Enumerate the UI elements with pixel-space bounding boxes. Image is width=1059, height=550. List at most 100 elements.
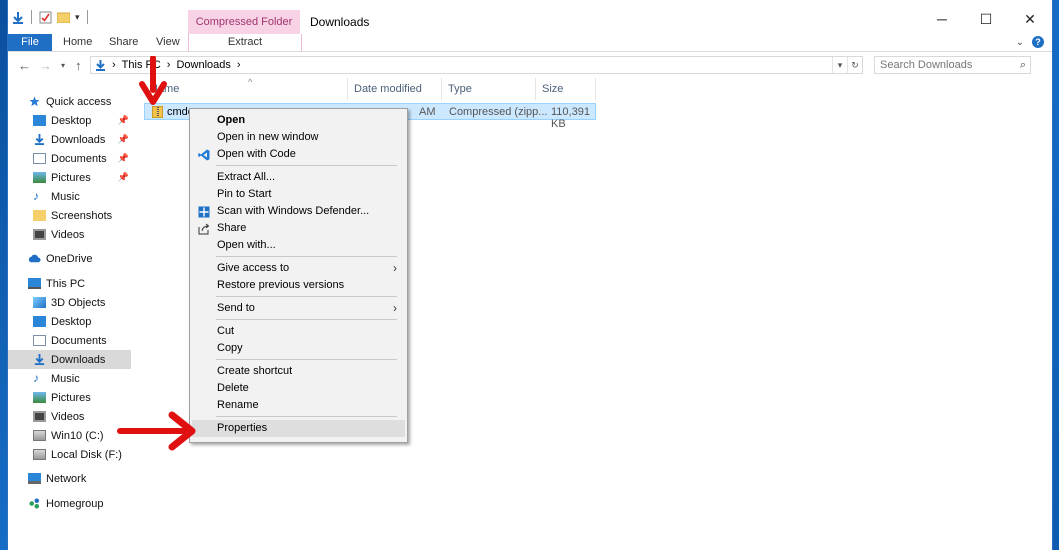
menu-item-properties[interactable]: Properties [192, 420, 405, 437]
sidebar-item-label: Homegroup [46, 497, 104, 510]
recent-locations-icon[interactable]: ▾ [61, 61, 65, 70]
star-icon [29, 96, 40, 107]
sidebar-item-label: Quick access [46, 95, 112, 108]
sidebar-item-label: Documents [51, 334, 107, 347]
network-icon [28, 473, 41, 484]
downloads-location-icon [96, 60, 105, 71]
videos-icon [33, 229, 46, 240]
sidebar-item-music[interactable]: ♪ Music [8, 187, 131, 206]
menu-item-open-with-code[interactable]: Open with Code [192, 146, 405, 163]
help-icon[interactable]: ? [1032, 36, 1044, 48]
tab-file[interactable]: File [8, 34, 52, 51]
sidebar-item-pc-music[interactable]: ♪ Music [8, 369, 131, 388]
sidebar-item-desktop[interactable]: Desktop 📌 [8, 111, 131, 130]
customize-toolbar-icon[interactable]: ▾ [75, 12, 80, 23]
menu-item-create-shortcut[interactable]: Create shortcut [192, 363, 405, 380]
pin-icon[interactable]: 📌 [118, 134, 129, 145]
breadcrumb-separator: › [112, 59, 116, 71]
sidebar-item-quick-access[interactable]: Quick access [8, 92, 131, 111]
menu-item-restore-versions[interactable]: Restore previous versions [192, 277, 405, 294]
tab-home[interactable]: Home [63, 34, 92, 51]
toolbar-separator [31, 10, 32, 24]
menu-item-open[interactable]: Open [192, 112, 405, 129]
sidebar-item-pc-downloads[interactable]: Downloads [8, 350, 131, 369]
tab-extract[interactable]: Extract [188, 34, 302, 51]
sidebar-item-pc-desktop[interactable]: Desktop [8, 312, 131, 331]
sidebar-item-pc-videos[interactable]: Videos [8, 407, 131, 426]
folder-icon [33, 210, 46, 221]
properties-check-icon[interactable] [39, 11, 52, 24]
videos-icon [33, 411, 46, 422]
menu-separator [216, 296, 397, 297]
music-note-icon: ♪ [33, 371, 39, 385]
menu-item-rename[interactable]: Rename [192, 397, 405, 414]
sidebar-item-label: Local Disk (F:) [51, 448, 122, 461]
menu-item-give-access[interactable]: Give access to › [192, 260, 405, 277]
sidebar-item-pc-documents[interactable]: Documents [8, 331, 131, 350]
sidebar-item-win10-c[interactable]: Win10 (C:) [8, 426, 131, 445]
submenu-arrow-icon: › [393, 261, 397, 275]
sidebar-item-local-disk-f[interactable]: Local Disk (F:) [8, 445, 131, 464]
context-menu: Open Open in new window Open with Code E… [189, 108, 408, 443]
search-placeholder: Search Downloads [880, 59, 973, 71]
pin-icon[interactable]: 📌 [118, 153, 129, 164]
menu-item-label: Send to [217, 302, 255, 314]
window-title: Downloads [310, 15, 370, 29]
sidebar-item-screenshots[interactable]: Screenshots [8, 206, 131, 225]
sidebar-item-label: Videos [51, 410, 85, 423]
search-icon[interactable]: ⌕ [1020, 57, 1026, 73]
download-arrow-icon[interactable] [12, 11, 24, 24]
sidebar-item-3d-objects[interactable]: 3D Objects [8, 293, 131, 312]
column-header-date[interactable]: Date modified [348, 78, 442, 100]
menu-item-copy[interactable]: Copy [192, 340, 405, 357]
sidebar-item-onedrive[interactable]: OneDrive [8, 249, 131, 268]
sidebar-item-this-pc[interactable]: This PC [8, 274, 131, 293]
breadcrumb-downloads[interactable]: Downloads [176, 59, 230, 71]
forward-arrow-icon[interactable]: → [39, 58, 52, 73]
defender-shield-icon [198, 206, 210, 218]
sidebar-item-pc-pictures[interactable]: Pictures [8, 388, 131, 407]
menu-item-share[interactable]: Share [192, 220, 405, 237]
menu-item-label: Share [217, 222, 247, 234]
search-input[interactable]: Search Downloads ⌕ [874, 56, 1031, 74]
menu-item-cut[interactable]: Cut [192, 323, 405, 340]
menu-item-scan-defender[interactable]: Scan with Windows Defender... [192, 203, 405, 220]
sidebar-item-videos[interactable]: Videos [8, 225, 131, 244]
annotation-arrow-down-icon [139, 56, 167, 105]
back-arrow-icon[interactable]: ← [18, 58, 31, 73]
sidebar-item-pictures[interactable]: Pictures 📌 [8, 168, 131, 187]
new-folder-icon[interactable] [57, 11, 70, 23]
computer-icon [28, 278, 41, 289]
minimize-icon[interactable]: ─ [920, 6, 964, 32]
menu-item-send-to[interactable]: Send to › [192, 300, 405, 317]
refresh-icon[interactable]: ↻ [847, 57, 862, 73]
tab-share[interactable]: Share [109, 34, 138, 51]
menu-item-delete[interactable]: Delete [192, 380, 405, 397]
sidebar-item-downloads[interactable]: Downloads 📌 [8, 130, 131, 149]
column-header-name[interactable]: Name [144, 78, 348, 100]
sidebar-item-homegroup[interactable]: Homegroup [8, 494, 131, 513]
navigation-pane: Quick access Desktop 📌 Downloads 📌 Docum… [8, 85, 131, 550]
menu-item-extract-all[interactable]: Extract All... [192, 169, 405, 186]
window-controls: ─ ☐ ✕ [920, 6, 1052, 32]
pin-icon[interactable]: 📌 [118, 115, 129, 126]
column-header-size[interactable]: Size [536, 78, 596, 100]
maximize-icon[interactable]: ☐ [964, 6, 1008, 32]
menu-separator [216, 165, 397, 166]
menu-item-open-new-window[interactable]: Open in new window [192, 129, 405, 146]
sidebar-item-network[interactable]: Network [8, 469, 131, 488]
quick-access-toolbar: ▾ [12, 10, 90, 24]
address-bar[interactable]: › This PC › Downloads › ▾ ↻ [90, 56, 863, 74]
menu-item-open-with[interactable]: Open with... [192, 237, 405, 254]
expand-ribbon-icon[interactable]: ⌄ [1016, 37, 1024, 48]
address-dropdown-icon[interactable]: ▾ [832, 57, 847, 73]
sidebar-item-documents[interactable]: Documents 📌 [8, 149, 131, 168]
menu-item-pin-to-start[interactable]: Pin to Start [192, 186, 405, 203]
column-header-type[interactable]: Type [442, 78, 536, 100]
pin-icon[interactable]: 📌 [118, 172, 129, 183]
up-arrow-icon[interactable]: ↑ [75, 58, 82, 73]
close-icon[interactable]: ✕ [1008, 6, 1052, 32]
sidebar-item-label: Desktop [51, 315, 92, 328]
sidebar-item-label: Downloads [51, 353, 106, 366]
tab-view[interactable]: View [156, 34, 180, 51]
